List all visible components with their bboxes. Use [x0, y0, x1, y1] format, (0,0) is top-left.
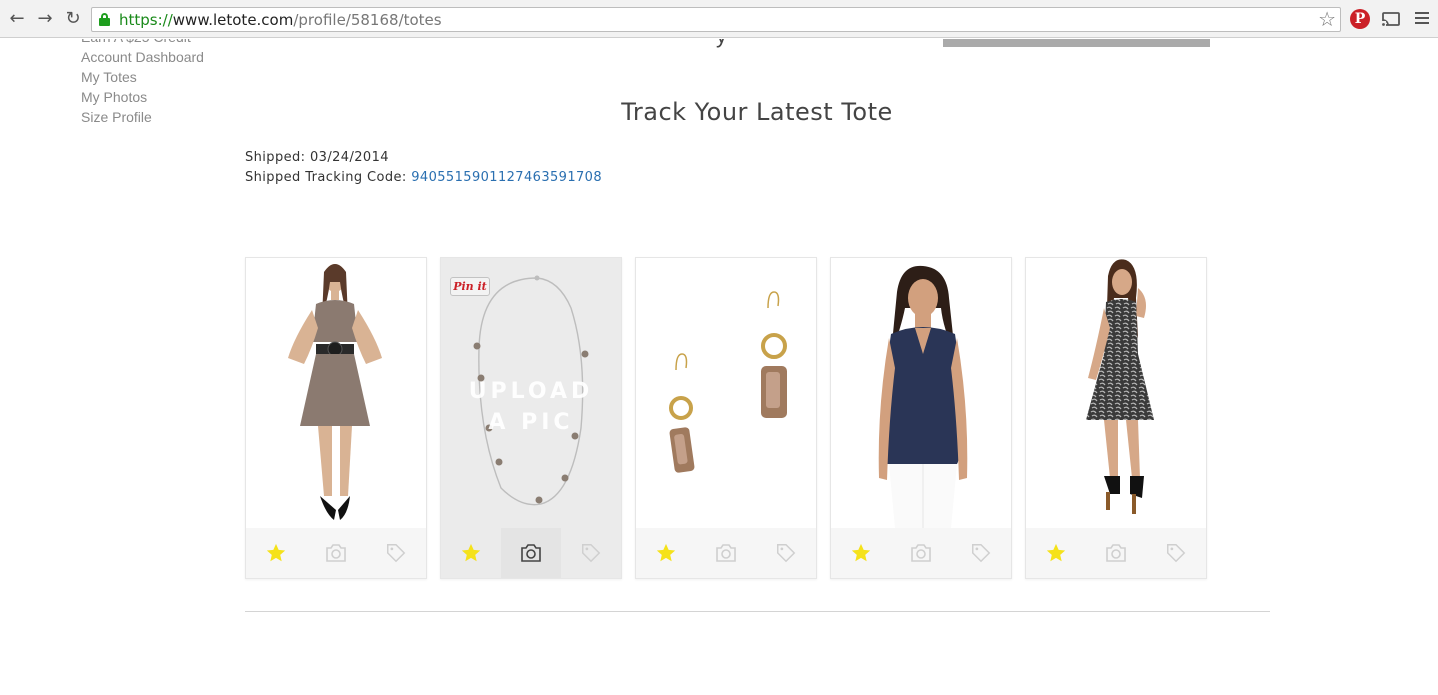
- product-image[interactable]: [636, 258, 816, 528]
- sidebar-item-earn-credit[interactable]: Earn A $25 Credit: [81, 39, 204, 47]
- forward-arrow-icon[interactable]: →: [34, 8, 56, 30]
- product-image[interactable]: [246, 258, 426, 528]
- tag-icon[interactable]: [366, 528, 426, 578]
- card-actions: [441, 528, 621, 578]
- sidebar-item-my-totes[interactable]: My Totes: [81, 67, 204, 87]
- pinterest-extension-icon[interactable]: P: [1350, 9, 1370, 29]
- card-actions: [636, 528, 816, 578]
- cast-icon[interactable]: [1381, 9, 1401, 29]
- url-text: https://www.letote.com/profile/58168/tot…: [119, 11, 442, 29]
- page-title: Track Your Latest Tote: [621, 98, 893, 126]
- camera-icon[interactable]: [1086, 528, 1146, 578]
- camera-icon[interactable]: [501, 528, 561, 578]
- product-image[interactable]: [831, 258, 1011, 528]
- camera-icon[interactable]: [891, 528, 951, 578]
- upload-pic-line-1: UPLOAD: [468, 379, 594, 404]
- upload-pic-overlay[interactable]: UPLOAD A PIC: [441, 376, 621, 438]
- tracking-code-link[interactable]: 9405515901127463591708: [411, 170, 602, 185]
- tote-item-card: [830, 257, 1012, 579]
- star-icon[interactable]: [1026, 528, 1086, 578]
- shipping-info: Shipped: 03/24/2014 Shipped Tracking Cod…: [245, 148, 602, 188]
- page-content: Earn A $25 Credit Account Dashboard My T…: [0, 39, 1438, 695]
- camera-icon[interactable]: [696, 528, 756, 578]
- star-icon[interactable]: [636, 528, 696, 578]
- lock-icon: [99, 13, 110, 26]
- tote-item-card: Pin it UPLOAD A PIC: [440, 257, 622, 579]
- star-icon[interactable]: [831, 528, 891, 578]
- tag-icon[interactable]: [756, 528, 816, 578]
- tote-item-card: [245, 257, 427, 579]
- pin-it-button[interactable]: Pin it: [450, 277, 490, 296]
- tracking-label: Shipped Tracking Code:: [245, 170, 407, 185]
- clipped-banner-bar: [943, 39, 1210, 47]
- back-arrow-icon[interactable]: ←: [6, 8, 28, 30]
- camera-icon[interactable]: [306, 528, 366, 578]
- tote-item-card: [1025, 257, 1207, 579]
- star-icon[interactable]: [246, 528, 306, 578]
- product-image[interactable]: Pin it UPLOAD A PIC: [441, 258, 621, 528]
- shipped-date: 03/24/2014: [309, 150, 389, 165]
- card-actions: [246, 528, 426, 578]
- product-image[interactable]: [1026, 258, 1206, 528]
- shipped-label: Shipped:: [245, 150, 306, 165]
- reload-icon[interactable]: ↻: [62, 8, 84, 30]
- upload-pic-line-2: A PIC: [488, 410, 574, 435]
- section-divider: [245, 611, 1270, 612]
- clipped-heading-fragment: y: [716, 39, 727, 49]
- tag-icon[interactable]: [561, 528, 621, 578]
- tote-item-card: [635, 257, 817, 579]
- card-actions: [831, 528, 1011, 578]
- sidebar-item-account-dashboard[interactable]: Account Dashboard: [81, 47, 204, 67]
- browser-toolbar: ← → ↻ https://www.letote.com/profile/581…: [0, 0, 1438, 38]
- chrome-menu-icon[interactable]: [1412, 9, 1432, 29]
- star-icon[interactable]: [441, 528, 501, 578]
- card-actions: [1026, 528, 1206, 578]
- tag-icon[interactable]: [951, 528, 1011, 578]
- address-bar[interactable]: https://www.letote.com/profile/58168/tot…: [91, 7, 1341, 32]
- tag-icon[interactable]: [1146, 528, 1206, 578]
- bookmark-star-icon[interactable]: ☆: [1318, 8, 1336, 31]
